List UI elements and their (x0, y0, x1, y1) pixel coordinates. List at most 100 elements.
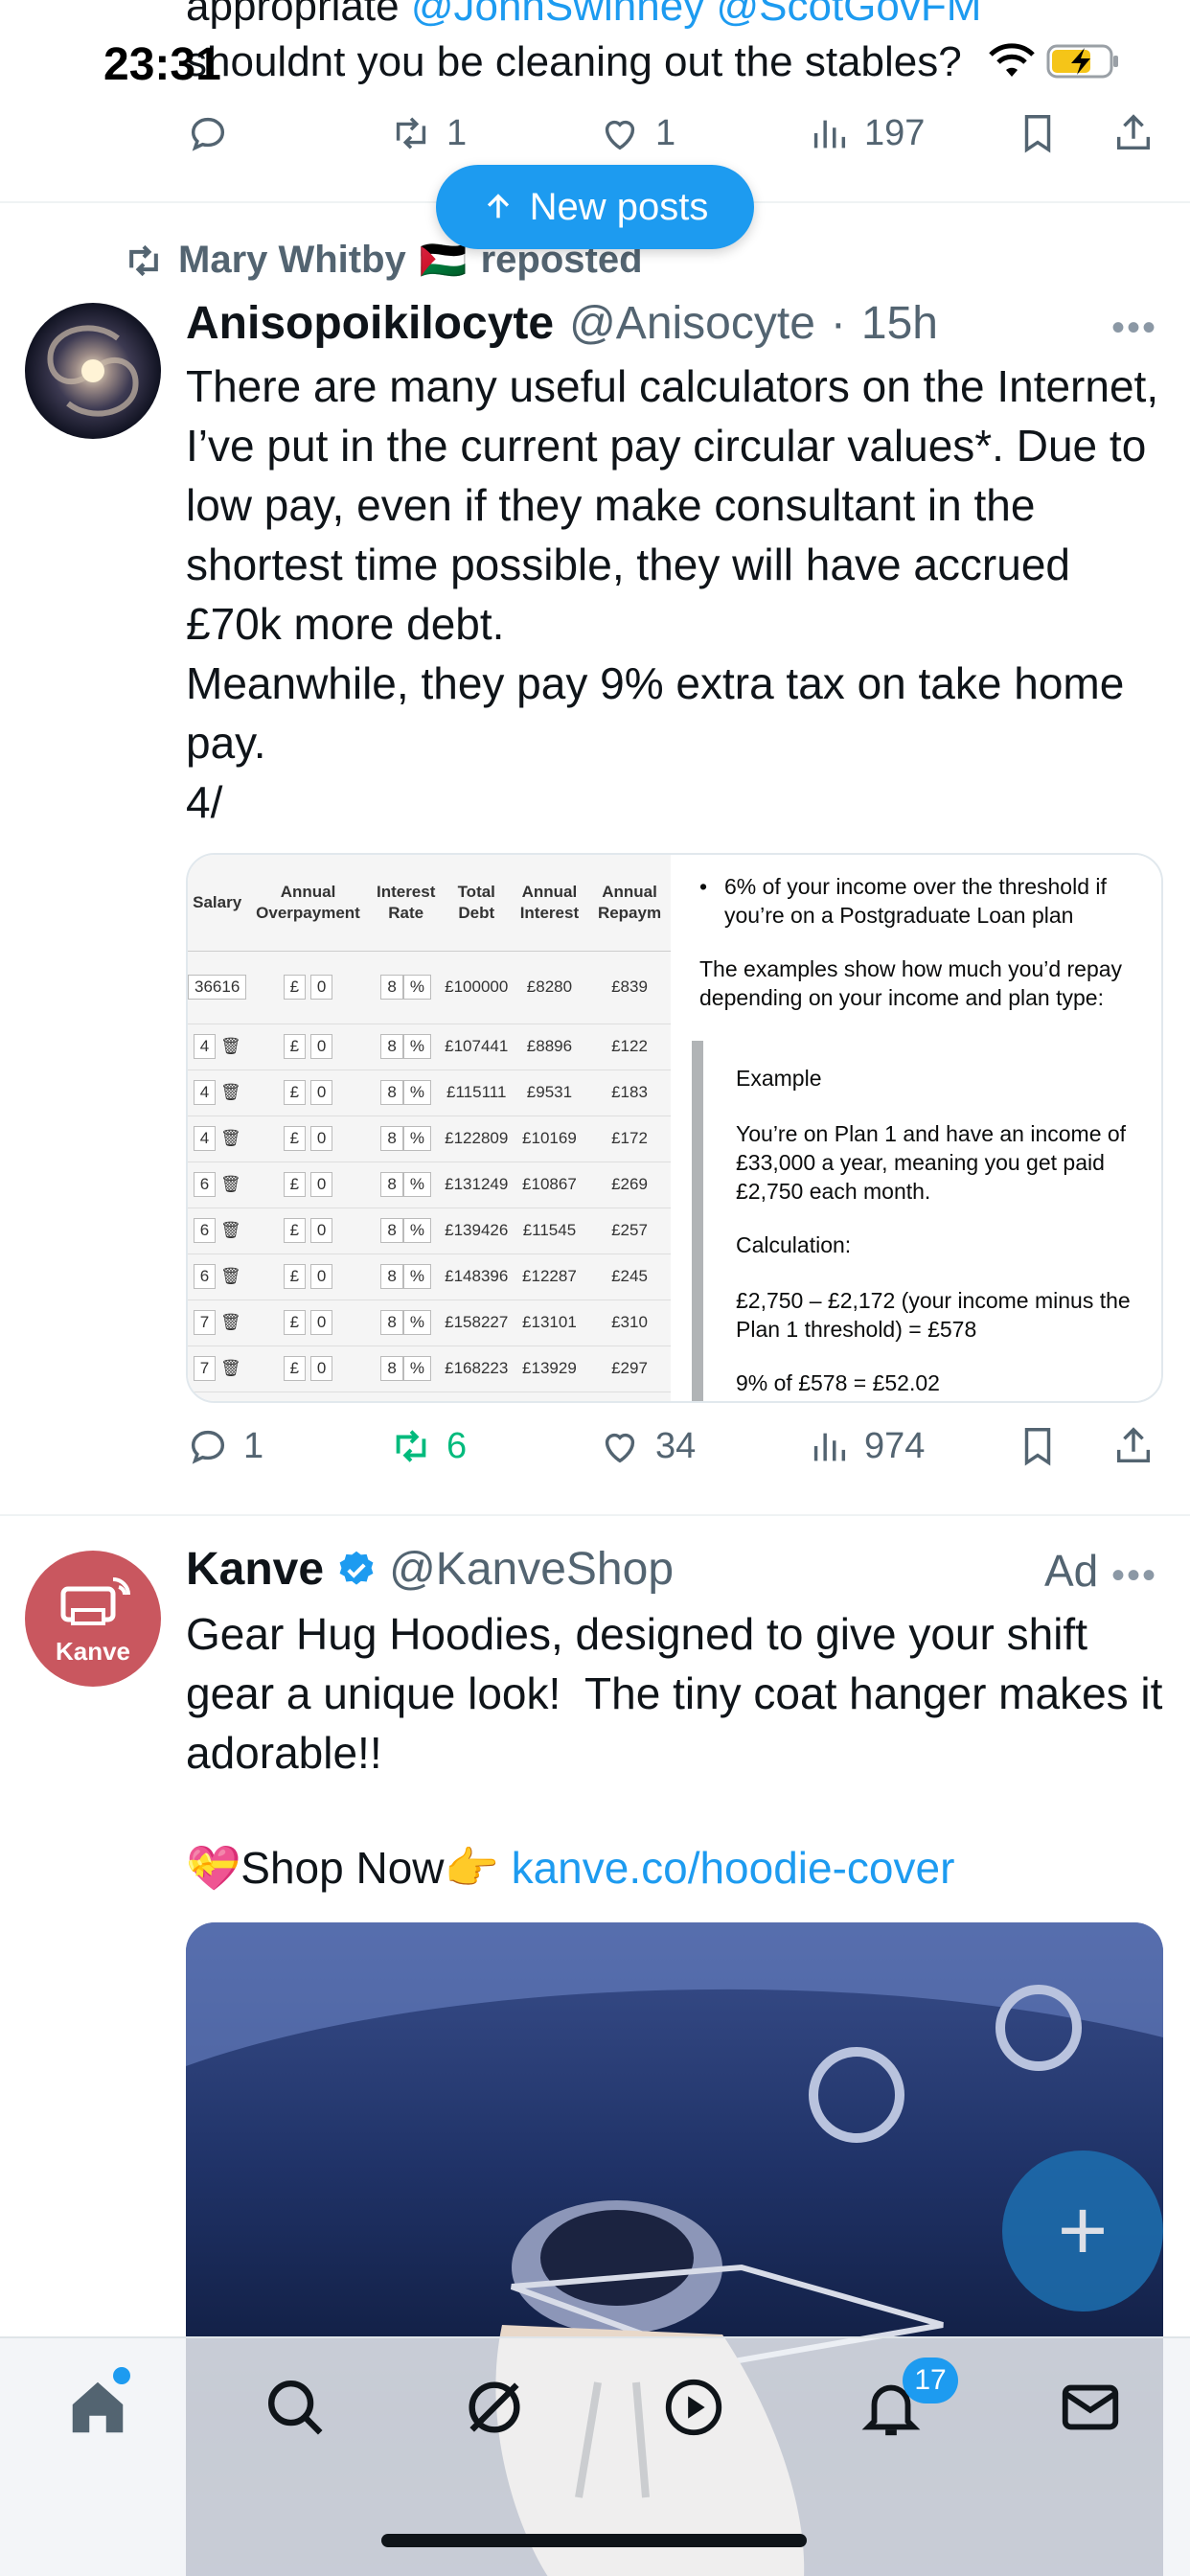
debt-cell: £122809 (442, 1116, 511, 1162)
grok-icon (469, 2381, 520, 2433)
inset-bar (692, 1041, 703, 1401)
repay-cell: £839 (588, 951, 671, 1024)
rate-unit: % (402, 1356, 431, 1381)
salary-cell: 6 (193, 1172, 217, 1197)
bookmark-button[interactable] (1016, 111, 1060, 155)
interest-cell: £13101 (510, 1300, 589, 1346)
user-handle[interactable]: @Anisocyte (569, 297, 815, 350)
share-icon (1116, 1427, 1151, 1463)
repay-cell: £122 (588, 1024, 671, 1070)
trash-icon: 🗑 (219, 1129, 241, 1147)
avatar[interactable] (25, 303, 161, 439)
overpay-cell: 0 (309, 975, 333, 1000)
table-row: 4 🗑 £ 0 8% £122809 £10169 £172 (188, 1116, 671, 1162)
battery-charging-icon (1046, 44, 1118, 79)
compose-plus-label: + (1057, 2182, 1109, 2279)
repost-icon (129, 244, 158, 276)
more-options-button[interactable]: ••• (1111, 1554, 1157, 1598)
trash-icon: 🗑 (219, 1083, 241, 1101)
rate-cell: 8 (380, 1126, 403, 1151)
rate-unit: % (402, 1034, 431, 1059)
bookmark-button[interactable] (1016, 1424, 1060, 1468)
tab-grok[interactable] (456, 2369, 533, 2446)
salary-cell: 4 (193, 1034, 217, 1059)
like-count: 34 (655, 1425, 697, 1466)
interest-cell: £12287 (510, 1254, 589, 1300)
tweet-header: Anisopoikilocyte @Anisocyte · 15h (186, 297, 938, 350)
repost-button[interactable]: 1 (389, 111, 467, 155)
trash-icon: 🗑 (219, 1313, 241, 1331)
debt-cell: £115111 (442, 1070, 511, 1116)
table-header: Total Debt (442, 855, 511, 952)
tab-video[interactable] (655, 2369, 732, 2446)
new-posts-pill[interactable]: New posts (436, 165, 754, 249)
views-button[interactable]: 197 (807, 111, 925, 155)
salary-cell: 4 (193, 1080, 217, 1105)
repay-cell: £257 (588, 1208, 671, 1254)
interest-cell: £8896 (510, 1024, 589, 1070)
debt-cell: £158227 (442, 1300, 511, 1346)
tab-search[interactable] (257, 2369, 333, 2446)
repost-button[interactable]: 6 (389, 1424, 467, 1468)
ad-shop-line: 💝Shop Now👉 kanve.co/hoodie-cover (186, 1842, 954, 1895)
trash-icon: 🗑 (219, 1037, 241, 1055)
rate-cell: 8 (380, 1310, 403, 1335)
user-handle[interactable]: @KanveShop (389, 1543, 674, 1596)
salary-cell: 6 (193, 1218, 217, 1243)
debt-cell: £131249 (442, 1162, 511, 1208)
like-button[interactable]: 1 (598, 111, 675, 155)
display-name[interactable]: Kanve (186, 1543, 324, 1596)
like-button[interactable]: 34 (598, 1424, 696, 1468)
table-header: Interest Rate (369, 855, 443, 952)
overpay-prefix: £ (283, 1310, 307, 1335)
reply-button[interactable] (186, 111, 230, 155)
reposter-name: Mary Whitby (178, 239, 406, 281)
timestamp[interactable]: 15h (861, 297, 938, 350)
tab-messages[interactable] (1052, 2369, 1129, 2446)
trash-icon: 🗑 (219, 1359, 241, 1377)
overpay-prefix: £ (283, 1080, 307, 1105)
status-bar-time: 23:31 (103, 39, 221, 90)
rate-unit: % (402, 1218, 431, 1243)
debt-cell: £148396 (442, 1254, 511, 1300)
salary-cell: 4 (193, 1126, 217, 1151)
interest-cell: £10867 (510, 1162, 589, 1208)
table-header: Annual Interest (510, 855, 589, 952)
shop-now-label: Shop Now (240, 1843, 445, 1893)
overpay-cell: 0 (309, 1172, 333, 1197)
debt-cell: £107441 (442, 1024, 511, 1070)
rate-cell: 8 (380, 1356, 403, 1381)
rate-cell: 8 (380, 1080, 403, 1105)
advertiser-avatar[interactable]: Kanve (25, 1551, 161, 1687)
wifi-icon (989, 43, 1035, 77)
ad-link[interactable]: kanve.co/hoodie-cover (512, 1843, 955, 1893)
rate-unit: % (402, 1080, 431, 1105)
tweet-divider (0, 1514, 1190, 1516)
gov-example-body: You’re on Plan 1 and have an income of £… (736, 1121, 1127, 1204)
loan-calculator-table: Salary Annual Overpayment Interest Rate … (188, 855, 671, 1401)
rate-unit: % (402, 1310, 431, 1335)
salary-cell: 36616 (188, 975, 247, 1000)
rate-cell: 8 (380, 1034, 403, 1059)
compose-button[interactable]: + (1002, 2150, 1163, 2312)
repost-icon (396, 1430, 426, 1462)
share-button[interactable] (1111, 1424, 1156, 1468)
overpay-prefix: £ (283, 1172, 307, 1197)
table-header: Annual Repaym (588, 855, 671, 952)
views-button[interactable]: 974 (807, 1424, 925, 1468)
overpay-prefix: £ (283, 975, 307, 1000)
overpay-prefix: £ (283, 1356, 307, 1381)
tweet-media-image[interactable]: Salary Annual Overpayment Interest Rate … (186, 853, 1163, 1403)
share-button[interactable] (1111, 111, 1156, 155)
repay-cell: £172 (588, 1116, 671, 1162)
overpay-cell: 0 (309, 1126, 333, 1151)
more-options-button[interactable]: ••• (1111, 307, 1157, 350)
rate-cell: 8 (380, 1218, 403, 1243)
display-name[interactable]: Anisopoikilocyte (186, 297, 554, 350)
mail-icon (1062, 2384, 1119, 2430)
reply-button[interactable]: 1 (186, 1424, 263, 1468)
status-bar-icons (987, 42, 1123, 80)
views-count: 197 (864, 112, 926, 153)
overpay-prefix: £ (283, 1034, 307, 1059)
share-icon (1116, 114, 1151, 150)
